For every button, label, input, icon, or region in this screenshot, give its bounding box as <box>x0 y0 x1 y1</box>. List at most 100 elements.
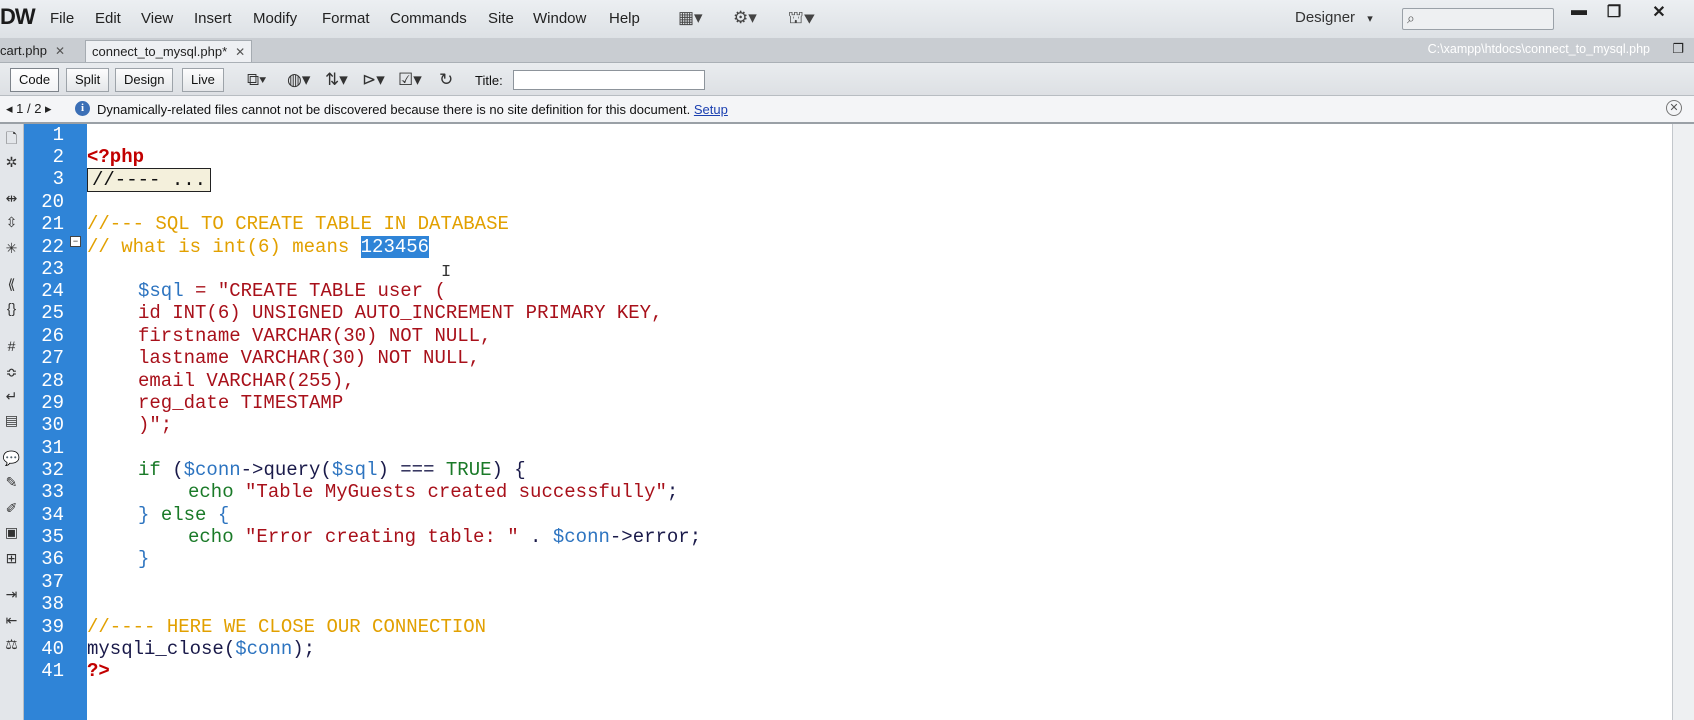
line-number: 2 <box>52 146 64 168</box>
wrap-tag-icon[interactable]: ✐ <box>2 500 21 517</box>
check-page-icon[interactable]: ☑▾ <box>398 70 422 90</box>
line-number: 30 <box>41 414 64 436</box>
preview-globe-icon[interactable]: ◍▾ <box>287 70 310 90</box>
line-number: 35 <box>41 526 64 548</box>
line-number: 31 <box>41 437 64 459</box>
collapse-toggle-icon[interactable]: − <box>70 236 81 247</box>
apply-comment-icon[interactable]: 💬 <box>2 450 21 467</box>
code-line: echo "Error creating table: " . $conn->e… <box>87 526 1672 550</box>
variable: $sql <box>331 459 378 481</box>
menu-modify[interactable]: Modify <box>253 10 297 27</box>
menu-file[interactable]: File <box>50 10 74 27</box>
tab-label: cart.php <box>0 43 47 58</box>
tab-connect-to-mysql[interactable]: connect_to_mysql.php* ✕ <box>85 40 253 62</box>
menu-commands[interactable]: Commands <box>390 10 467 27</box>
string: lastname VARCHAR(30) NOT NULL, <box>138 347 481 369</box>
menu-view[interactable]: View <box>141 10 173 27</box>
line-number: 28 <box>41 370 64 392</box>
indent-code-icon[interactable]: ⇥ <box>2 586 21 603</box>
folded-code-block[interactable]: //---- ... <box>87 168 212 192</box>
close-icon[interactable]: ✕ <box>1666 100 1682 116</box>
live-view-button[interactable]: Live <box>182 68 224 92</box>
code-line: email VARCHAR(255), <box>87 370 1672 394</box>
minimize-button[interactable]: ▬ <box>1565 2 1593 22</box>
site-icon[interactable]: ⛫▾ <box>788 8 815 30</box>
format-source-icon[interactable]: ⚖ <box>2 636 21 653</box>
line-number: 39 <box>41 616 64 638</box>
keyword: echo <box>188 526 234 548</box>
selected-text: 123456 <box>360 236 430 258</box>
word-wrap-icon[interactable]: ↵ <box>2 388 21 405</box>
info-message: Dynamically-related files cannot not be … <box>97 102 728 117</box>
comment-text: // what is int(6) means <box>87 236 361 258</box>
code-view-button[interactable]: Code <box>10 68 60 92</box>
variable: $conn <box>552 526 610 548</box>
workspace-switcher[interactable]: Designer ▾ <box>1295 9 1373 26</box>
inspect-icon[interactable]: ⊳▾ <box>362 70 385 90</box>
recent-snippets-icon[interactable]: ▣ <box>2 524 21 541</box>
vertical-scrollbar[interactable] <box>1672 124 1694 720</box>
code-text: echo "Error creating table: " . $conn->e… <box>188 526 701 548</box>
close-window-button[interactable]: ✕ <box>1645 2 1673 22</box>
info-text: Dynamically-related files cannot not be … <box>97 102 694 117</box>
layout-icon[interactable]: ▦▾ <box>678 8 703 28</box>
collapse-tag-icon[interactable]: ⇹ <box>2 190 21 207</box>
line-number: 40 <box>41 638 64 660</box>
workspace-label: Designer <box>1295 9 1356 26</box>
setup-link[interactable]: Setup <box>694 102 728 117</box>
document-toolbar: Code Split Design Live ⧉▾ ◍▾ ⇅▾ ⊳▾ ☑▾ ↻ … <box>0 63 1694 96</box>
gear-icon[interactable]: ⚙▾ <box>733 8 757 28</box>
design-view-button[interactable]: Design <box>115 68 174 92</box>
close-icon[interactable]: ✕ <box>55 44 65 58</box>
menu-window[interactable]: Window <box>533 10 586 27</box>
multiscreen-icon[interactable]: ⧉▾ <box>247 70 266 90</box>
split-view-button[interactable]: Split <box>66 68 110 92</box>
operator: . <box>518 526 553 548</box>
highlight-invalid-code-icon[interactable]: ≎ <box>2 364 21 381</box>
tab-cart-php[interactable]: cart.php ✕ <box>0 40 71 61</box>
code-line: firstname VARCHAR(30) NOT NULL, <box>87 325 1672 349</box>
outdent-code-icon[interactable]: ⇤ <box>2 612 21 629</box>
balance-braces-icon[interactable]: {} <box>2 300 21 316</box>
move-css-icon[interactable]: ⊞ <box>2 550 21 567</box>
keyword: TRUE <box>445 459 492 481</box>
php-close-tag: ?> <box>87 660 110 682</box>
collapse-selection-icon[interactable]: ⇳ <box>2 214 21 231</box>
string: "CREATE TABLE user ( <box>217 280 446 302</box>
line-numbers-icon[interactable]: # <box>2 338 21 354</box>
menu-format[interactable]: Format <box>322 10 370 27</box>
related-files-pager[interactable]: ◂ 1 / 2 ▸ <box>6 101 52 117</box>
code-text: echo "Table MyGuests created successfull… <box>188 481 678 503</box>
select-parent-tag-icon[interactable]: ⟪ <box>2 276 21 293</box>
restore-document-icon[interactable]: ❐ <box>1672 41 1684 57</box>
show-code-navigator-icon[interactable]: ✲ <box>2 154 21 171</box>
title-field[interactable] <box>513 70 705 90</box>
expand-all-icon[interactable]: ✳ <box>2 240 21 257</box>
line-number: 24 <box>41 280 64 302</box>
maximize-button[interactable]: ❐ <box>1600 2 1628 22</box>
close-icon[interactable]: ✕ <box>235 45 245 59</box>
menu-help[interactable]: Help <box>609 10 640 27</box>
line-number: 33 <box>41 481 64 503</box>
code-line: ?> <box>87 660 1672 684</box>
line-number: 25 <box>41 302 64 324</box>
line-number: 38 <box>41 593 64 615</box>
menu-edit[interactable]: Edit <box>95 10 121 27</box>
remove-comment-icon[interactable]: ✎ <box>2 474 21 491</box>
refresh-icon[interactable]: ↻ <box>439 70 453 90</box>
info-bar: ◂ 1 / 2 ▸ i Dynamically-related files ca… <box>0 96 1694 124</box>
syntax-coloring-icon[interactable]: ▤ <box>2 412 21 429</box>
text-cursor-icon: I <box>441 263 452 282</box>
file-management-icon[interactable]: ⇅▾ <box>325 70 348 90</box>
open-documents-icon[interactable]: 🗋 <box>2 128 21 152</box>
keyword: if <box>138 459 161 481</box>
menu-insert[interactable]: Insert <box>194 10 232 27</box>
menu-site[interactable]: Site <box>488 10 514 27</box>
code-line: <?php <box>87 146 1672 170</box>
search-input[interactable]: ⌕ <box>1402 8 1554 30</box>
punctuation: ; <box>666 481 679 503</box>
file-path: C:\xampp\htdocs\connect_to_mysql.php <box>1427 42 1650 56</box>
